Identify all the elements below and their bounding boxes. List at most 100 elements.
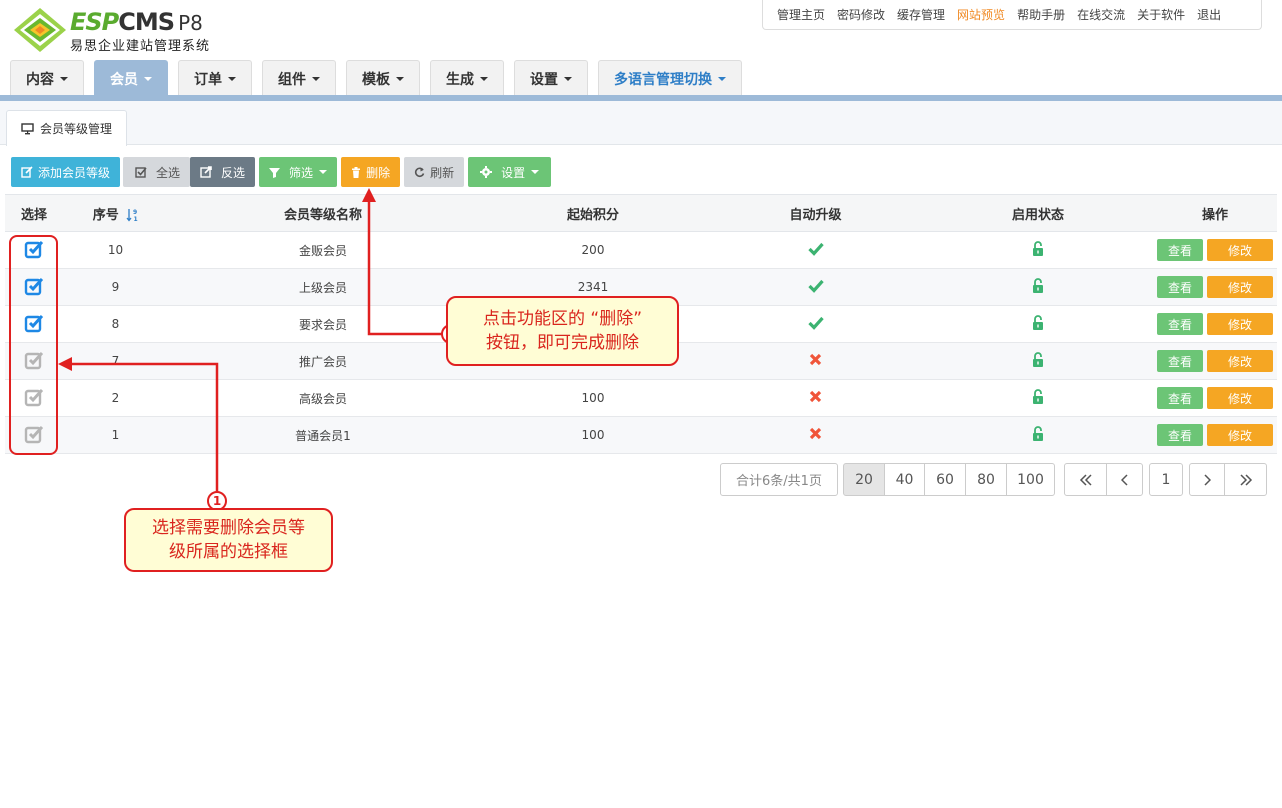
edit-button[interactable]: 修改 [1207,239,1273,261]
step-1-text-line2: 级所属的选择框 [169,542,288,562]
select-all-label: 全选 [156,165,181,180]
top-link-0[interactable]: 管理主页 [777,6,825,23]
top-link-6[interactable]: 关于软件 [1137,6,1185,23]
main-nav-tab-label: 会员 [110,71,138,88]
col-points: 起始积分 [478,194,708,232]
main-nav-tab-1[interactable]: 会员 [94,60,168,96]
edit-button[interactable]: 修改 [1207,276,1273,298]
page-size-option[interactable]: 40 [884,463,925,496]
view-button[interactable]: 查看 [1157,387,1203,409]
chevron-right-icon [1204,473,1211,486]
main-nav-tab-0[interactable]: 内容 [10,60,84,96]
edit-button[interactable]: 修改 [1207,424,1273,446]
col-seq[interactable]: 序号 9 1 [63,194,168,232]
view-button[interactable]: 查看 [1157,239,1203,261]
logo-esp: ESP [70,8,119,36]
check-icon [807,279,824,293]
unlock-icon [1033,351,1043,367]
chevron-down-icon [312,76,320,81]
row-status[interactable] [923,231,1153,269]
top-link-7[interactable]: 退出 [1197,6,1221,23]
share-square-icon [200,166,212,178]
trash-icon [352,166,361,178]
top-link-5[interactable]: 在线交流 [1077,6,1125,23]
close-icon [809,353,822,366]
top-link-4[interactable]: 帮助手册 [1017,6,1065,23]
main-nav-tab-6[interactable]: 设置 [514,60,588,96]
step-2-text-line1: 点击功能区的 “删除” [482,309,643,329]
main-nav-tab-label: 订单 [194,71,222,88]
view-button[interactable]: 查看 [1157,350,1203,372]
row-status[interactable] [923,268,1153,306]
row-points: 100 [478,416,708,454]
svg-text:1: 1 [134,216,138,222]
filter-button[interactable]: 筛选 [259,157,338,187]
chevron-down-icon [228,76,236,81]
prev-page-button[interactable] [1106,463,1143,496]
row-auto-upgrade[interactable] [708,379,923,417]
col-name: 会员等级名称 [168,194,478,232]
step-1-callout: 选择需要删除会员等 级所属的选择框 [124,508,333,572]
first-page-button[interactable] [1064,463,1107,496]
page-size-option[interactable]: 100 [1006,463,1055,496]
row-status[interactable] [923,305,1153,343]
view-button[interactable]: 查看 [1157,313,1203,335]
main-nav-tab-2[interactable]: 订单 [178,60,252,96]
row-status[interactable] [923,342,1153,380]
row-status[interactable] [923,379,1153,417]
main-nav-tab-5[interactable]: 生成 [430,60,504,96]
main-nav-tab-label: 组件 [278,71,306,88]
view-button[interactable]: 查看 [1157,424,1203,446]
tab-member-level[interactable]: 会员等级管理 [6,110,128,146]
logo[interactable]: ESPCMS P8 易思企业建站管理系统 [12,6,232,56]
delete-button[interactable]: 删除 [341,157,401,187]
refresh-button[interactable]: 刷新 [404,157,465,187]
main-nav-tab-3[interactable]: 组件 [262,60,336,96]
row-auto-upgrade[interactable] [708,231,923,269]
check-icon [807,242,824,256]
row-auto-upgrade[interactable] [708,268,923,306]
edit-button[interactable]: 修改 [1207,313,1273,335]
page-number-button[interactable]: 1 [1149,463,1183,496]
chevron-down-icon [531,170,540,174]
page-size-option[interactable]: 20 [843,463,885,496]
add-level-button[interactable]: 添加会员等级 [11,157,121,187]
monitor-icon [21,122,34,134]
row-status[interactable] [923,416,1153,454]
page-size-option[interactable]: 60 [924,463,966,496]
settings-button[interactable]: 设置 [468,157,552,187]
top-link-3[interactable]: 网站预览 [957,6,1005,23]
edit-icon [21,166,33,178]
main-nav-tab-4[interactable]: 模板 [346,60,420,96]
view-button[interactable]: 查看 [1157,276,1203,298]
filter-label: 筛选 [289,165,314,180]
row-auto-upgrade[interactable] [708,342,923,380]
chevron-down-icon [396,76,404,81]
main-nav-tab-7[interactable]: 多语言管理切换 [598,60,742,96]
top-link-2[interactable]: 缓存管理 [897,6,945,23]
page-size-option[interactable]: 80 [965,463,1007,496]
sub-tab-bar: 会员等级管理 [0,101,1282,146]
app-header: ESPCMS P8 易思企业建站管理系统 管理主页 密码修改 缓存管理 网站预览 帮助手册… [0,0,1282,96]
logo-wordmark: ESPCMS P8 [70,10,203,35]
col-select: 选择 [5,194,63,232]
sort-icon[interactable]: 9 1 [126,208,138,223]
step-1-text-line1: 选择需要删除会员等 [152,518,305,538]
row-name: 金贩会员 [168,231,478,269]
invert-select-button[interactable]: 反选 [190,157,256,187]
refresh-label: 刷新 [430,165,455,180]
top-link-1[interactable]: 密码修改 [837,6,885,23]
col-actions: 操作 [1153,194,1277,232]
next-page-button[interactable] [1189,463,1225,496]
row-auto-upgrade[interactable] [708,416,923,454]
main-nav: 内容 会员 订单 组件 模板 生成 设置 多语言管理切换 [10,60,752,96]
last-page-button[interactable] [1224,463,1267,496]
row-auto-upgrade[interactable] [708,305,923,343]
edit-button[interactable]: 修改 [1207,387,1273,409]
main-nav-tab-label: 多语言管理切换 [614,71,712,88]
edit-button[interactable]: 修改 [1207,350,1273,372]
chevron-down-icon [564,76,572,81]
logo-subtitle: 易思企业建站管理系统 [70,39,211,54]
add-level-label: 添加会员等级 [38,165,111,180]
select-all-button[interactable]: 全选 [123,157,191,187]
